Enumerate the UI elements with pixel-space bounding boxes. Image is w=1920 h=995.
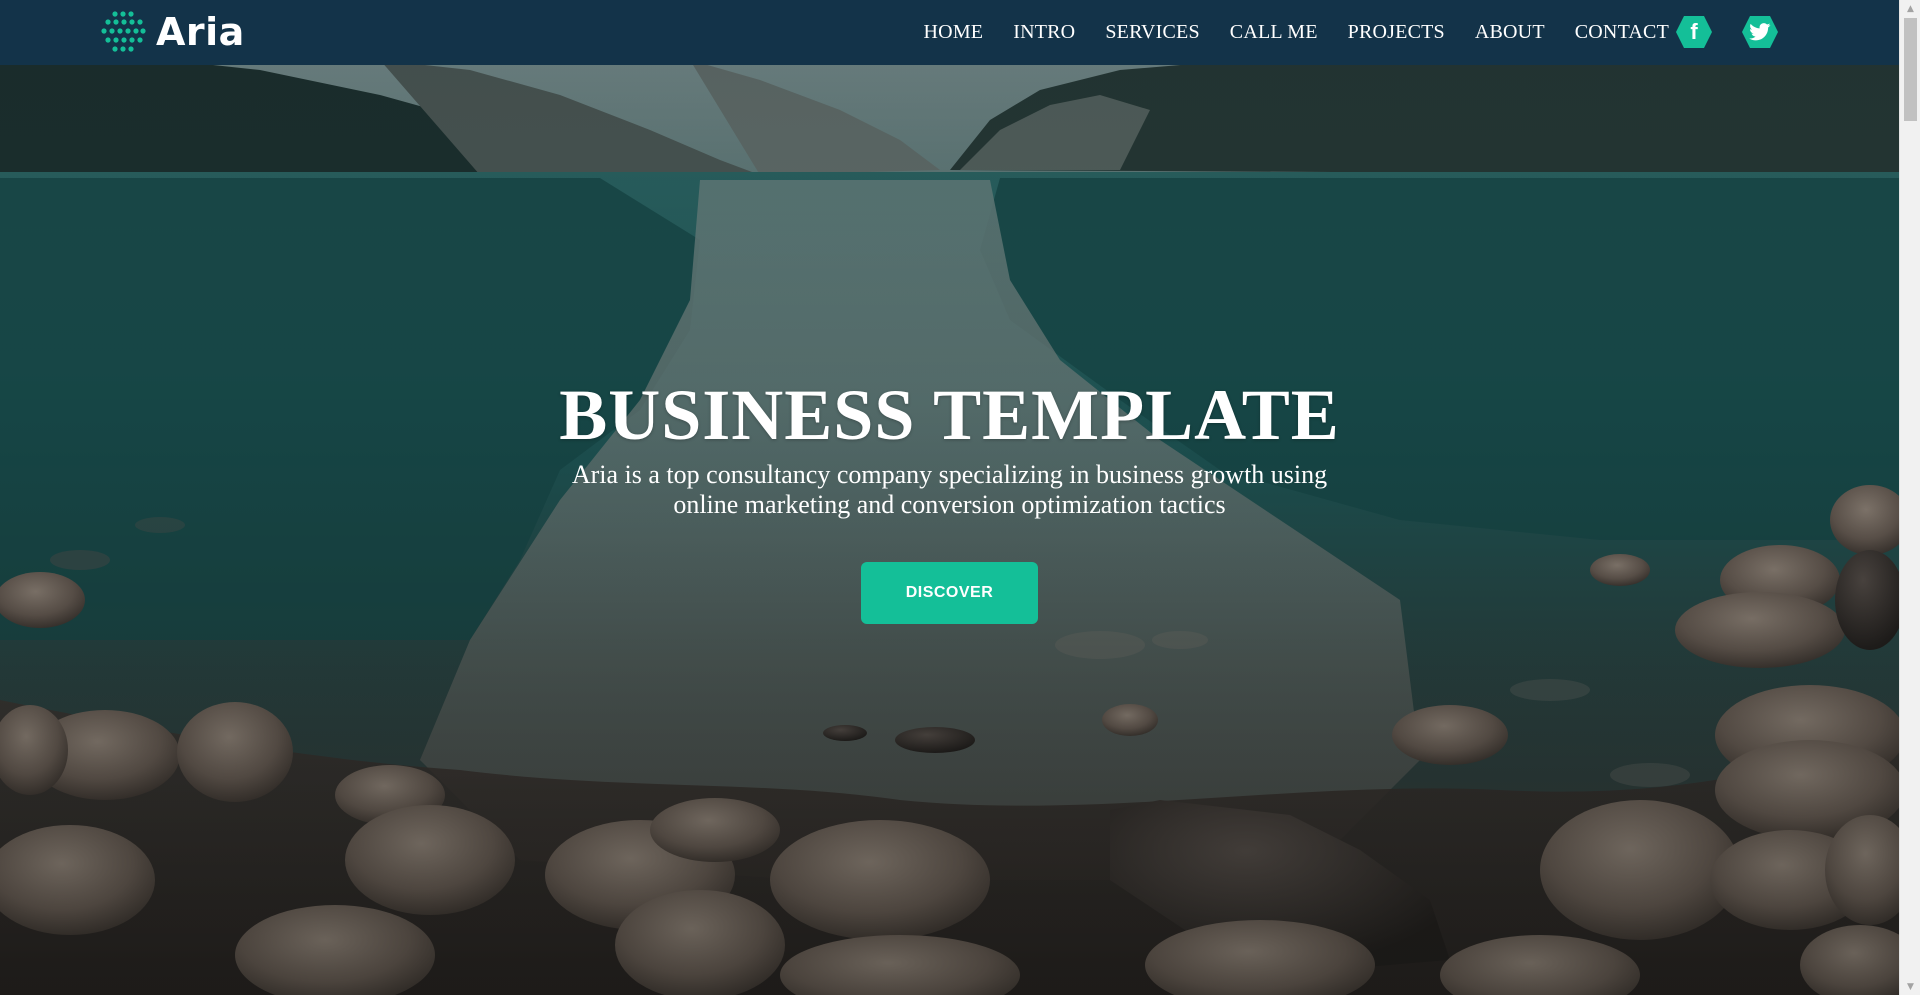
nav-link-home[interactable]: HOME — [924, 21, 984, 43]
facebook-button[interactable]: f — [1675, 15, 1713, 49]
nav-link-about[interactable]: ABOUT — [1475, 21, 1545, 43]
hero-content: BUSINESS TEMPLATE Aria is a top consulta… — [0, 370, 1899, 624]
scrollbar-thumb[interactable] — [1904, 18, 1917, 121]
twitter-button[interactable] — [1741, 15, 1779, 49]
nav-link-intro[interactable]: INTRO — [1013, 21, 1075, 43]
brand-logo-link[interactable]: Aria — [100, 10, 245, 54]
brand-name: Aria — [156, 10, 245, 54]
nav-item-home: HOME — [924, 21, 984, 44]
scroll-up-arrow-icon[interactable]: ▲ — [1900, 0, 1920, 17]
facebook-icon: f — [1690, 19, 1698, 44]
nav-item-services: SERVICES — [1105, 21, 1199, 44]
twitter-icon — [1749, 23, 1771, 41]
dotted-globe-icon — [101, 11, 146, 52]
nav-item-about: ABOUT — [1475, 21, 1545, 44]
nav-item-contact: CONTACT — [1575, 21, 1669, 44]
social-links: f — [1675, 14, 1779, 50]
nav-item-intro: INTRO — [1013, 21, 1075, 44]
nav-item-projects: PROJECTS — [1348, 21, 1445, 44]
nav-link-contact[interactable]: CONTACT — [1575, 21, 1669, 43]
vertical-scrollbar[interactable]: ▲ ▼ — [1899, 0, 1920, 995]
nav-item-call-me: CALL ME — [1230, 21, 1318, 44]
hero-title: BUSINESS TEMPLATE — [559, 375, 1340, 455]
top-navbar: Aria HOME INTRO SERVICES CALL ME PROJECT… — [0, 0, 1899, 65]
nav-link-call-me[interactable]: CALL ME — [1230, 21, 1318, 43]
page: Aria HOME INTRO SERVICES CALL ME PROJECT… — [0, 0, 1920, 995]
scroll-down-arrow-icon[interactable]: ▼ — [1900, 978, 1920, 995]
nav-menu: HOME INTRO SERVICES CALL ME PROJECTS ABO… — [924, 0, 1669, 65]
nav-link-services[interactable]: SERVICES — [1105, 21, 1199, 43]
nav-link-projects[interactable]: PROJECTS — [1348, 21, 1445, 43]
hero-subtitle: Aria is a top consultancy company specia… — [571, 460, 1328, 519]
discover-button[interactable]: DISCOVER — [861, 562, 1038, 624]
